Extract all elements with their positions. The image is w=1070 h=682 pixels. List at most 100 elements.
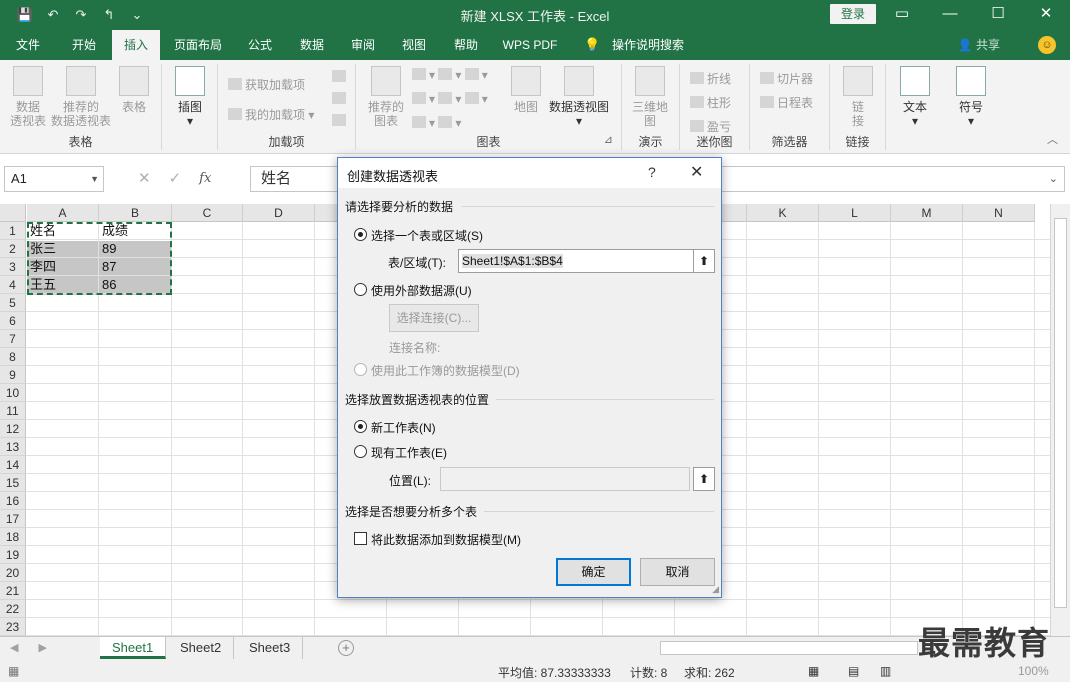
row-header[interactable]: 21 [0,582,26,600]
tab-help[interactable]: 帮助 [446,30,486,60]
row-header[interactable]: 1 [0,222,26,240]
pivottable-button[interactable]: 数据 透视表 [6,66,50,128]
link-button[interactable]: 链接 [840,66,876,128]
feedback-smiley-icon[interactable]: ☺ [1038,36,1056,54]
sheet-tab-sheet3[interactable]: Sheet3 [237,637,304,659]
recommended-charts-button[interactable]: 推荐的 图表 [364,66,408,128]
page-break-view-icon[interactable]: ▥ [880,664,891,678]
tab-data[interactable]: 数据 [292,30,332,60]
label-add-to-data-model[interactable]: 将此数据添加到数据模型(M) [371,531,521,548]
row-header[interactable]: 19 [0,546,26,564]
column-header-l[interactable]: L [819,204,891,222]
next-sheet-icon[interactable]: ▶ [38,641,46,654]
resize-grip-icon[interactable]: ◢ [712,584,719,595]
enter-icon[interactable]: ✓ [169,166,182,192]
get-addins-button[interactable]: 获取加载项 [228,76,305,93]
sparkline-line-button[interactable]: 折线 [690,70,731,87]
row-header[interactable]: 16 [0,492,26,510]
label-select-range[interactable]: 选择一个表或区域(S) [371,227,483,244]
sheet-tab-sheet2[interactable]: Sheet2 [168,637,235,659]
login-button[interactable]: 登录 [830,4,876,24]
row-header[interactable]: 15 [0,474,26,492]
tab-wps-pdf[interactable]: WPS PDF [496,30,564,60]
label-new-worksheet[interactable]: 新工作表(N) [371,419,436,436]
tab-insert[interactable]: 插入 [112,30,160,60]
column-header-b[interactable]: B [99,204,172,222]
vertical-scroll-thumb[interactable] [1054,218,1067,608]
row-header[interactable]: 6 [0,312,26,330]
table-range-input[interactable]: Sheet1!$A$1:$B$4 [458,249,694,273]
column-header-k[interactable]: K [747,204,819,222]
row-header[interactable]: 20 [0,564,26,582]
row-header[interactable]: 17 [0,510,26,528]
visio-data-icon[interactable] [332,114,349,128]
illustrations-button[interactable]: 插图 ▾ [170,66,210,128]
collapse-dialog-icon[interactable]: ⬆ [693,467,715,491]
chart-dialog-launcher-icon[interactable]: ⊿ [604,133,613,146]
radio-external-source[interactable] [354,283,367,296]
close-icon[interactable]: ✕ [690,162,703,182]
select-all-corner[interactable] [0,204,26,222]
redo-icon[interactable]: ↷ [70,5,92,25]
row-header[interactable]: 18 [0,528,26,546]
label-existing-worksheet[interactable]: 现有工作表(E) [371,444,447,461]
row-header[interactable]: 8 [0,348,26,366]
column-header-d[interactable]: D [243,204,315,222]
row-header[interactable]: 2 [0,240,26,258]
radio-new-worksheet[interactable] [354,420,367,433]
choose-connection-button[interactable]: 选择连接(C)... [389,304,479,332]
tab-file[interactable]: 文件 [8,30,48,60]
column-header-n[interactable]: N [963,204,1035,222]
pivotchart-button[interactable]: 数据透视图 ▾ [546,66,612,128]
vertical-scrollbar[interactable] [1050,204,1070,636]
share-button[interactable]: 👤 共享 [958,30,1000,60]
normal-view-icon[interactable]: ▦ [808,664,819,678]
tab-page-layout[interactable]: 页面布局 [168,30,228,60]
zoom-level[interactable]: 100% [1018,664,1049,678]
recommended-pivottables-button[interactable]: 推荐的 数据透视表 [50,66,112,128]
radio-existing-worksheet[interactable] [354,445,367,458]
undo-icon[interactable]: ↶ [42,5,64,25]
row-header[interactable]: 9 [0,366,26,384]
horizontal-scrollbar[interactable] [660,641,918,655]
my-addins-button[interactable]: 我的加载项 ▾ [228,106,314,123]
maps-button[interactable]: 地图 [508,66,544,114]
row-header[interactable]: 5 [0,294,26,312]
cancel-button[interactable]: 取消 [640,558,715,586]
maximize-button[interactable]: ☐ [974,0,1022,30]
symbol-button[interactable]: 符号 ▾ [952,66,990,128]
column-header-m[interactable]: M [891,204,963,222]
sparkline-column-button[interactable]: 柱形 [690,94,731,111]
add-to-data-model-checkbox[interactable] [354,532,367,545]
tab-view[interactable]: 视图 [394,30,434,60]
label-data-model[interactable]: 使用此工作簿的数据模型(D) [371,362,520,379]
location-input[interactable] [440,467,690,491]
3d-map-button[interactable]: 三维地图 [630,66,670,128]
sheet-tab-sheet1[interactable]: Sheet1 [100,637,167,659]
column-header-c[interactable]: C [172,204,243,222]
slicer-button[interactable]: 切片器 [760,70,813,87]
page-layout-view-icon[interactable]: ▤ [848,664,859,678]
timeline-button[interactable]: 日程表 [760,94,813,111]
save-icon[interactable]: 💾 [14,5,36,25]
row-header[interactable]: 3 [0,258,26,276]
line-chart-icon[interactable]: ▾ ▾ ▾ [412,92,488,106]
expand-formula-bar-icon[interactable]: ⌄ [1049,167,1058,191]
customize-qat-icon[interactable]: ⌄ [126,5,148,25]
collapse-ribbon-icon[interactable]: ︿ [1047,131,1058,147]
label-external-source[interactable]: 使用外部数据源(U) [371,282,472,299]
row-header[interactable]: 11 [0,402,26,420]
people-graph-icon[interactable] [332,92,349,106]
row-header[interactable]: 23 [0,618,26,636]
pie-chart-icon[interactable]: ▾ ▾ [412,116,461,130]
row-header[interactable]: 12 [0,420,26,438]
name-box[interactable]: A1 ▼ [4,166,104,192]
collapse-dialog-icon[interactable]: ⬆ [693,249,715,273]
prev-sheet-icon[interactable]: ◀ [10,641,18,654]
tab-review[interactable]: 审阅 [343,30,383,60]
minimize-button[interactable]: — [926,0,974,30]
column-header-a[interactable]: A [27,204,99,222]
row-header[interactable]: 22 [0,600,26,618]
column-chart-icon[interactable]: ▾ ▾ ▾ [412,68,488,82]
insert-function-icon[interactable]: fx [199,166,211,192]
